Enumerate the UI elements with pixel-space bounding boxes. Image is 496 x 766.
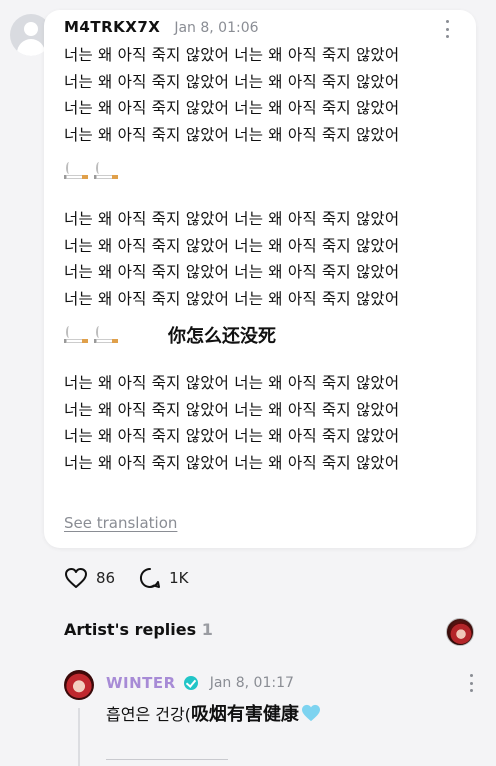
reply-count: 1K <box>169 569 189 587</box>
comment-paragraph-1: 너는 왜 아직 죽지 않았어 너는 왜 아직 죽지 않았어 너는 왜 아직 죽지… <box>64 46 400 144</box>
avatar-head-shape <box>24 22 38 36</box>
cigarette-icon <box>64 324 88 346</box>
heart-icon <box>65 568 87 588</box>
avatar-body-shape <box>17 39 45 56</box>
artist-replies-label: Artist's replies <box>64 620 197 639</box>
like-button[interactable]: 86 <box>64 567 115 589</box>
emoji-row-1 <box>64 160 118 182</box>
comment-stats: 86 1K <box>64 567 188 589</box>
emoji-row-2 <box>64 324 118 346</box>
reply-more-options-icon[interactable] <box>468 674 474 692</box>
comment-bubble-icon <box>140 567 161 588</box>
reply-count-button[interactable]: 1K <box>139 567 188 589</box>
reply-text-korean: 흡연은 건강( <box>106 705 191 724</box>
reply-thread-line <box>78 708 80 766</box>
comment-paragraph-2: 너는 왜 아직 죽지 않았어 너는 왜 아직 죽지 않았어 너는 왜 아직 죽지… <box>64 210 400 308</box>
reply-timestamp: Jan 8, 01:17 <box>209 675 294 691</box>
artist-name[interactable]: WINTER <box>106 674 176 692</box>
more-options-icon[interactable] <box>444 20 450 38</box>
artist-reply: WINTER Jan 8, 01:17 흡연은 건강( 吸烟有害健康 <box>0 660 496 766</box>
cigarette-icon <box>64 160 88 182</box>
verified-badge-icon <box>183 676 198 690</box>
overlay-chinese-text: 你怎么还没死 <box>168 326 276 347</box>
reply-text: 흡연은 건강( 吸烟有害健康 <box>106 700 321 726</box>
cigarette-icon <box>94 324 118 346</box>
comment-username[interactable]: M4TRKX7X <box>64 18 160 36</box>
cigarette-icon <box>94 160 118 182</box>
artist-replies-count: 1 <box>201 620 213 639</box>
light-blue-heart-icon <box>301 704 320 722</box>
reply-text-chinese: 吸烟有害健康 <box>190 704 299 725</box>
artist-avatar[interactable] <box>64 670 94 700</box>
comment-card: M4TRKX7X Jan 8, 01:06 너는 왜 아직 죽지 않았어 너는 … <box>44 10 476 548</box>
reply-header: WINTER Jan 8, 01:17 <box>106 674 294 692</box>
comment-header: M4TRKX7X Jan 8, 01:06 <box>64 18 259 36</box>
reply-see-translation-link[interactable] <box>106 750 228 760</box>
comment-paragraph-3: 너는 왜 아직 죽지 않았어 너는 왜 아직 죽지 않았어 너는 왜 아직 죽지… <box>64 374 400 472</box>
artist-avatar-small[interactable] <box>446 618 474 646</box>
see-translation-link[interactable]: See translation <box>64 514 177 532</box>
artist-replies-heading[interactable]: Artist's replies 1 <box>64 620 213 639</box>
like-count: 86 <box>96 569 116 587</box>
comment-timestamp: Jan 8, 01:06 <box>174 20 259 36</box>
